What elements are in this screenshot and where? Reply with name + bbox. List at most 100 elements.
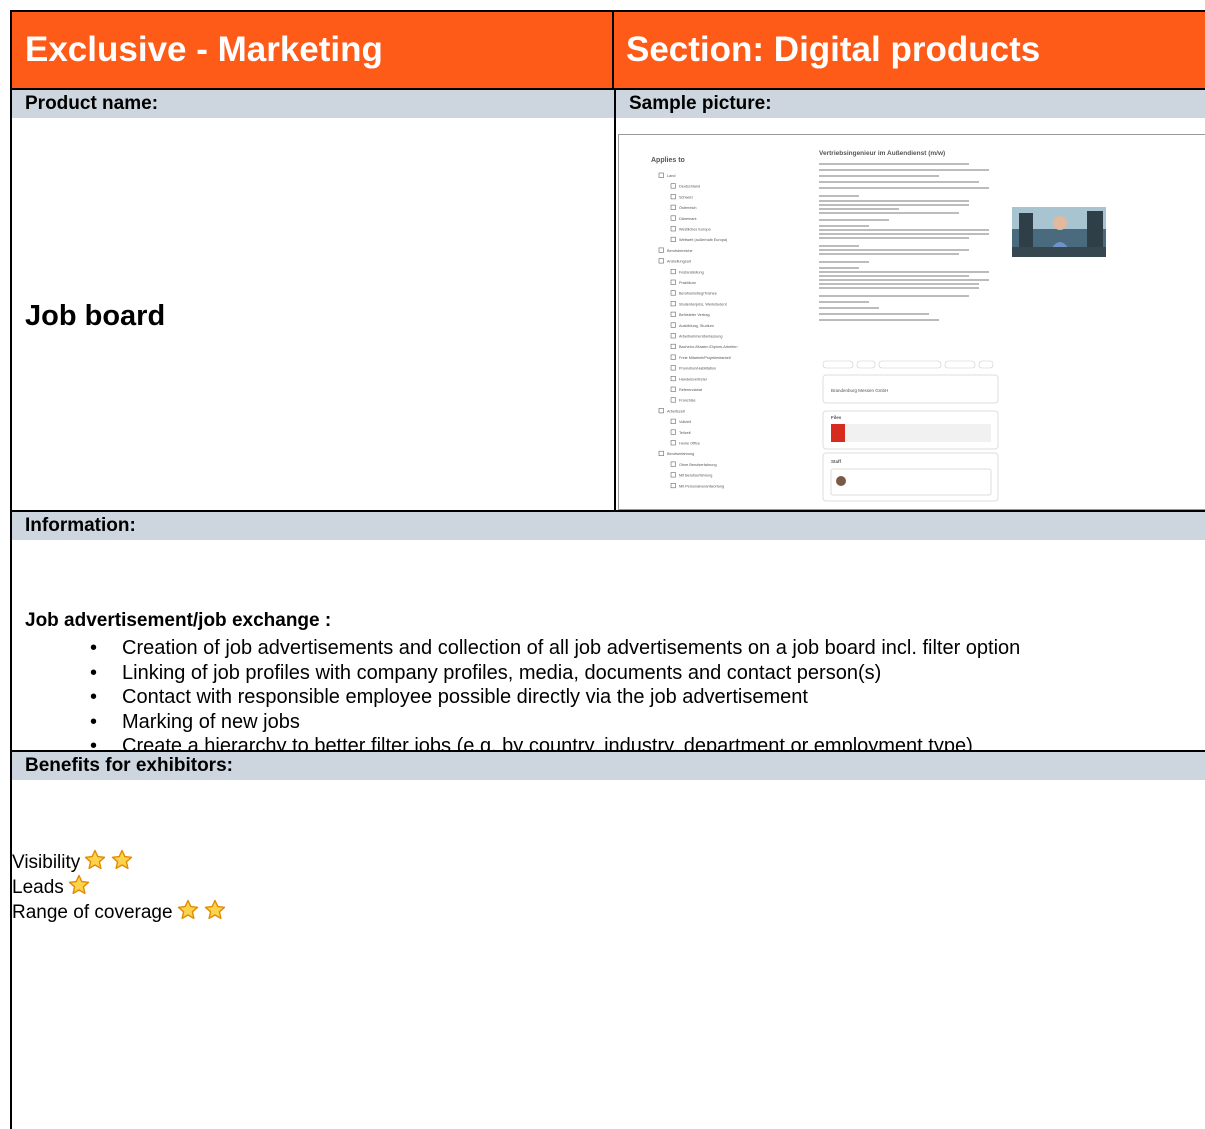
sample-text-line xyxy=(819,249,969,251)
sample-filter-label: Festanstellung xyxy=(679,270,704,274)
benefit-label: Leads xyxy=(12,877,64,898)
sample-company-name: Brandenburg Messen GmbH xyxy=(831,388,888,393)
sample-filter-label: Ausbildung, Studium xyxy=(679,324,714,328)
sample-text-line xyxy=(819,279,989,281)
column-divider xyxy=(614,88,616,512)
sample-tags xyxy=(822,360,994,369)
sample-filter-checkbox xyxy=(658,258,664,264)
list-item: Linking of job profiles with company pro… xyxy=(90,661,1190,686)
product-name-label: Product name: xyxy=(12,90,614,118)
sample-filter-checkbox xyxy=(670,386,676,392)
sample-filter-label: Mit Berufserfahrung xyxy=(679,474,712,478)
sample-filter-checkbox xyxy=(670,204,676,210)
sample-filter-checkbox xyxy=(670,365,676,371)
star-icon xyxy=(83,848,107,872)
star-icon xyxy=(67,873,91,897)
star-icon xyxy=(110,848,134,872)
sample-filter-label: Arbeitszeit xyxy=(667,409,686,413)
benefits-label: Benefits for exhibitors: xyxy=(12,752,1205,780)
sample-filter-checkbox xyxy=(670,269,676,275)
header-left-title: Exclusive - Marketing xyxy=(12,12,614,88)
sample-filter-label: Freie Mitarbeit/Projektmitarbeit xyxy=(679,356,732,360)
sample-text-line xyxy=(819,261,869,263)
sample-filter-label: Studentenjobs, Werkstudent xyxy=(679,302,728,306)
sample-filter-label: Berufserfahrung xyxy=(667,452,694,456)
sample-tag xyxy=(978,360,994,369)
sample-filter-label: Deutschland xyxy=(679,185,700,189)
job-board-screenshot: Land Deutschland Schweiz Österreich Dänemark… xyxy=(651,150,1106,502)
sample-filter-checkbox xyxy=(670,215,676,221)
sample-text-line xyxy=(819,229,989,231)
sample-filter-label: Arbeitnehmerüberlassung xyxy=(679,335,722,339)
sample-filter-label: Westliches Europa xyxy=(679,228,711,232)
sample-filter-label: Österreich xyxy=(679,206,697,210)
sample-text-line xyxy=(819,267,859,269)
star-icon xyxy=(203,898,227,922)
sample-job-photo xyxy=(1012,207,1106,257)
header-right-title: Section: Digital products xyxy=(614,12,1205,88)
sample-job-title: Vertriebsingenieur im Außendienst (m/w) xyxy=(819,150,945,157)
product-name: Job board xyxy=(25,300,166,332)
sample-filter-label: Ohne Berufserfahrung xyxy=(679,463,717,467)
sample-text-line xyxy=(819,275,969,277)
sample-filter-checkbox xyxy=(670,440,676,446)
sample-text-line xyxy=(819,295,969,297)
sample-text-line xyxy=(819,237,969,239)
sample-filter-checkbox xyxy=(670,311,676,317)
list-item: Creation of job advertisements and colle… xyxy=(90,636,1190,661)
sample-text-line xyxy=(819,225,869,227)
sample-filter-checkbox xyxy=(670,343,676,349)
sample-text-line xyxy=(819,169,989,171)
sample-text-line xyxy=(819,253,959,255)
sample-filter-label: Vollzeit xyxy=(679,420,692,424)
sample-picture: Land Deutschland Schweiz Österreich Dänemark… xyxy=(618,134,1205,510)
sample-text-line xyxy=(819,271,989,273)
information-title: Job advertisement/job exchange : xyxy=(25,610,332,631)
sample-filter-label: Berufsbereiche xyxy=(667,249,693,253)
sample-filter-label: Befristeter Vertrag xyxy=(679,313,710,317)
sample-tag xyxy=(944,360,976,369)
sample-text-line xyxy=(819,307,879,309)
sample-text-line xyxy=(819,175,939,177)
sample-filter-label: Schweiz xyxy=(679,195,693,199)
sample-filter-checkbox xyxy=(670,472,676,478)
sample-filter-label: Home Office xyxy=(679,442,700,446)
sample-text-line xyxy=(819,163,969,165)
sample-filter-label: Land xyxy=(667,174,675,178)
sample-filter-label: Anstellungsart xyxy=(667,260,692,264)
sample-filter-checkbox xyxy=(670,194,676,200)
sample-filter-label: Mit Personalverantwortung xyxy=(679,484,724,488)
sample-text-line xyxy=(819,245,859,247)
sample-text-line xyxy=(819,208,899,210)
sample-filter-checkbox xyxy=(670,397,676,403)
sample-filter-label: Weltweit (außerhalb Europa) xyxy=(679,238,728,242)
sample-filter-checkbox xyxy=(658,450,664,457)
information-bullets: Creation of job advertisements and colle… xyxy=(90,636,1190,759)
sample-filter-label: Dänemark xyxy=(679,217,697,221)
sample-filter-label: Handelsvertreter xyxy=(679,377,708,381)
sample-filter-checkbox xyxy=(670,429,676,435)
sample-filter-checkbox xyxy=(670,418,676,424)
sample-text-line xyxy=(819,219,889,221)
benefit-label: Range of coverage xyxy=(12,902,173,923)
sample-text-line xyxy=(819,319,939,321)
product-sheet: Exclusive - Marketing Section: Digital p… xyxy=(10,10,1205,1129)
sample-text-line xyxy=(819,301,869,303)
sample-text-line xyxy=(819,287,979,289)
sample-filter-checkbox xyxy=(670,354,676,360)
sample-filter-checkbox xyxy=(670,482,676,489)
sample-filter-checkbox xyxy=(670,376,676,382)
sample-filter-label: Bachelor-/Master-/Diplom-Arbeiten xyxy=(679,345,737,349)
benefit-label: Visibility xyxy=(12,852,81,873)
sample-filter-checkbox xyxy=(670,333,676,339)
sample-filter-checkbox xyxy=(670,301,676,307)
sample-text-line xyxy=(819,233,989,235)
sample-filter-checkbox xyxy=(670,279,676,285)
sample-filter-checkbox xyxy=(658,172,664,178)
sample-filter-label: Franchise xyxy=(679,399,696,403)
sample-filter-checkbox xyxy=(670,183,676,189)
sample-filter-label: Berufseinstieg/Trainee xyxy=(679,292,717,296)
sample-staff-title: Staff xyxy=(831,459,842,464)
sample-files-title: Files xyxy=(831,415,842,420)
sample-filter-label: Referendariat xyxy=(679,388,703,392)
